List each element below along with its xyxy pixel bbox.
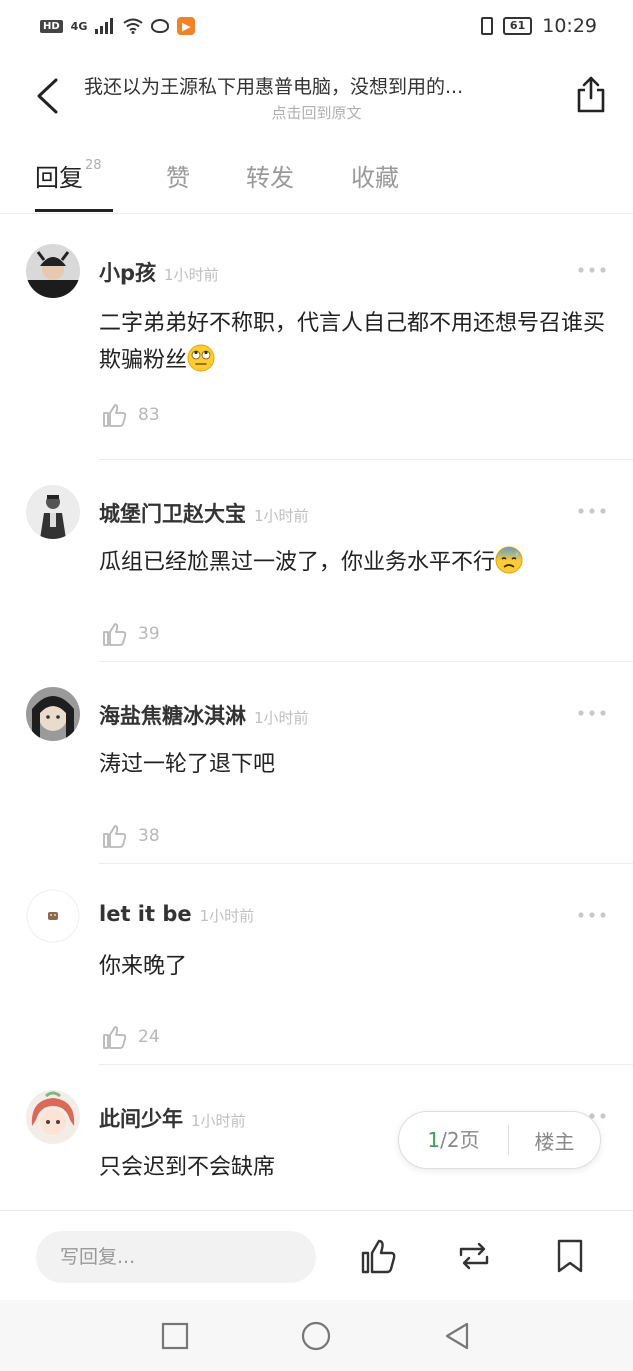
like-count: 83 [138,405,160,425]
system-nav-bar [0,1300,633,1371]
recents-icon[interactable] [159,1320,191,1352]
hd-icon: HD [40,19,63,33]
more-options-icon[interactable] [577,910,607,920]
comment-text: 涛过一轮了退下吧 [99,752,276,777]
page-header: 我还以为王源私下用惠普电脑，没想到用的... 点击回到原文 [0,52,633,138]
thumbs-up-icon [103,1026,127,1049]
tab-likes[interactable]: 赞 [166,158,190,193]
signal-icon [95,18,114,34]
comment-author[interactable]: 海盐焦糖冰淇淋 1小时前 [99,700,309,730]
notification-app-icon: ▶ [177,17,196,35]
share-icon[interactable] [575,76,607,114]
tab-replies-label: 回复 [35,164,83,192]
comment-time: 1小时前 [199,907,255,925]
home-icon[interactable] [300,1320,332,1352]
divider [99,1064,633,1065]
tab-replies[interactable]: 回复 28 [35,158,102,193]
tab-reposts[interactable]: 转发 [246,158,294,193]
total-pages: /2页 [440,1128,480,1152]
post-title[interactable]: 我还以为王源私下用惠普电脑，没想到用的... [84,72,544,99]
author-name[interactable]: let it be [99,902,192,926]
status-right: 61 10:29 [480,15,597,37]
cold-sweat-emoji-icon [495,546,523,574]
divider [99,459,633,460]
back-nav-icon[interactable] [441,1320,473,1352]
more-options-icon[interactable] [577,265,607,275]
only-op-button[interactable]: 楼主 [509,1126,600,1155]
author-name[interactable]: 海盐焦糖冰淇淋 [99,704,246,728]
reply-count: 28 [85,158,102,173]
eye-roll-emoji-icon [187,344,215,372]
comment-author[interactable]: let it be 1小时前 [99,902,254,926]
like-button[interactable]: 83 [102,402,160,428]
comment-time: 1小时前 [164,266,219,284]
comment-time: 1小时前 [191,1112,246,1130]
like-button[interactable]: 38 [102,823,160,849]
author-name[interactable]: 此间少年 [99,1107,183,1131]
network-type: 4G [70,19,88,33]
back-to-original-link[interactable]: 点击回到原文 [0,102,633,123]
bookmark-icon[interactable] [551,1237,589,1275]
battery-indicator: 61 [502,17,533,35]
like-button[interactable]: 39 [102,621,160,647]
comment-text: 瓜组已经尬黑过一波了，你业务水平不行 [99,544,609,581]
like-count: 38 [138,826,160,846]
thumbs-up-icon [103,825,127,848]
comment-text: 二字弟弟好不称职，代言人自己都不用还想号召谁买欺骗粉丝 [99,305,609,379]
like-count: 24 [138,1027,160,1047]
author-name[interactable]: 小p孩 [99,261,156,285]
thumbs-up-icon [103,404,127,427]
avatar[interactable] [26,889,80,943]
avatar[interactable] [26,244,80,298]
tab-favorites[interactable]: 收藏 [351,158,399,193]
more-options-icon[interactable] [577,708,607,718]
weibo-icon [151,19,170,33]
like-post-icon[interactable] [360,1237,398,1275]
comment-author[interactable]: 小p孩 1小时前 [99,257,219,287]
comment-body: 瓜组已经尬黑过一波了，你业务水平不行 [99,550,496,575]
current-page: 1 [427,1128,441,1152]
more-options-icon[interactable] [577,506,607,516]
vibrate-icon [480,17,493,35]
avatar[interactable] [26,485,80,539]
divider [99,661,633,662]
avatar[interactable] [26,687,80,741]
avatar[interactable] [26,1090,80,1144]
status-bar: HD 4G ▶ 61 10:29 [0,0,633,52]
clock: 10:29 [542,15,597,37]
repost-icon[interactable] [455,1237,493,1275]
page-switcher[interactable]: 1/2页 楼主 [398,1111,601,1169]
like-button[interactable]: 24 [102,1024,160,1050]
bottom-action-bar [0,1210,633,1300]
reply-input[interactable] [36,1231,316,1283]
status-left: HD 4G ▶ [40,17,196,35]
comment-text: 你来晚了 [99,954,188,979]
comment-body: 二字弟弟好不称职，代言人自己都不用还想号召谁买欺骗粉丝 [99,311,606,373]
comment-list[interactable]: 小p孩 1小时前 二字弟弟好不称职，代言人自己都不用还想号召谁买欺骗粉丝 83 城… [0,214,633,1208]
reaction-tabs: 回复 28 赞 转发 收藏 [0,138,633,214]
divider [99,863,633,864]
wifi-icon [123,18,143,34]
comment-author[interactable]: 城堡门卫赵大宝 1小时前 [99,498,309,528]
active-tab-indicator [35,209,113,212]
comment-time: 1小时前 [254,709,309,727]
comment-time: 1小时前 [254,507,309,525]
author-name[interactable]: 城堡门卫赵大宝 [99,502,246,526]
comment-author[interactable]: 此间少年 1小时前 [99,1103,246,1133]
page-indicator[interactable]: 1/2页 [399,1125,509,1155]
like-count: 39 [138,624,160,644]
thumbs-up-icon [103,623,127,646]
